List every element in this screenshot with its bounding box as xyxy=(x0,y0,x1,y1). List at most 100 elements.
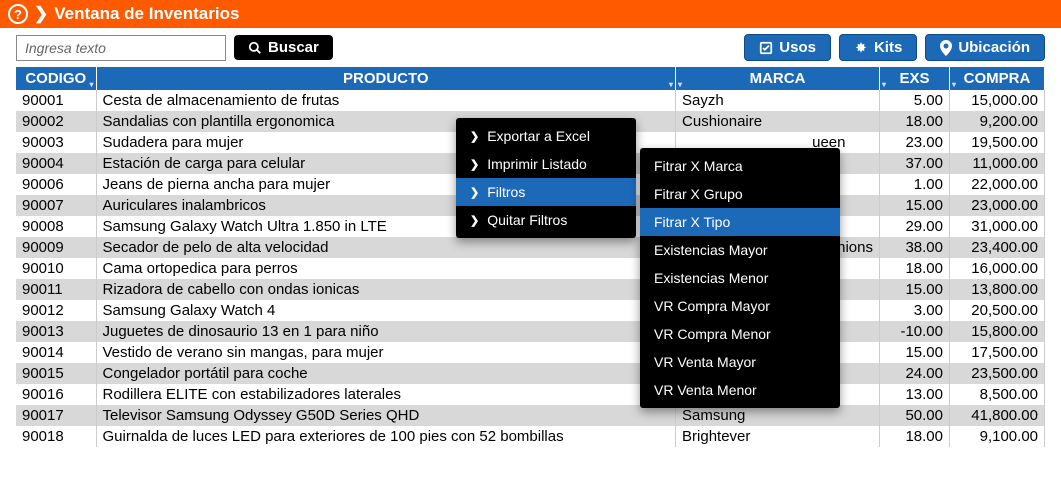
cell-exs: 29.00 xyxy=(880,216,950,237)
col-codigo[interactable]: CODIGO▾ xyxy=(16,67,96,90)
cell-codigo: 90013 xyxy=(16,321,96,342)
cell-producto: Rodillera ELITE con estabilizadores late… xyxy=(96,384,676,405)
cell-producto: Juguetes de dinosaurio 13 en 1 para niño xyxy=(96,321,676,342)
cell-exs: 15.00 xyxy=(880,342,950,363)
cell-codigo: 90018 xyxy=(16,426,96,447)
cell-compra: 15,800.00 xyxy=(950,321,1045,342)
menu-item-label: Filtros xyxy=(487,184,525,200)
menu-item-label: Imprimir Listado xyxy=(487,156,587,172)
cell-exs: 5.00 xyxy=(880,90,950,111)
cell-producto: Samsung Galaxy Watch 4 xyxy=(96,300,676,321)
cell-codigo: 90004 xyxy=(16,153,96,174)
table-row[interactable]: 90011Rizadora de cabello con ondas ionic… xyxy=(16,279,1045,300)
cell-producto: Vestido de verano sin mangas, para mujer xyxy=(96,342,676,363)
menu-item[interactable]: VR Compra Menor xyxy=(640,320,840,348)
cell-exs: 3.00 xyxy=(880,300,950,321)
table-row[interactable]: 90010Cama ortopedica para perrosXXXXXXXX… xyxy=(16,258,1045,279)
cell-producto: Cama ortopedica para perros xyxy=(96,258,676,279)
menu-item[interactable]: Fitrar X Tipo xyxy=(640,208,840,236)
cell-producto: Cesta de almacenamiento de frutas xyxy=(96,90,676,111)
table-row[interactable]: 90012Samsung Galaxy Watch 4XXXXXXXXXXXXX… xyxy=(16,300,1045,321)
menu-item-label: Quitar Filtros xyxy=(487,212,567,228)
window-header: ? ❯ Ventana de Inventarios xyxy=(0,0,1061,28)
menu-item[interactable]: ❯ Filtros xyxy=(456,178,636,206)
table-row[interactable]: 90015Congelador portátil para cocheXXXXX… xyxy=(16,363,1045,384)
ubicacion-button[interactable]: Ubicación xyxy=(925,34,1045,61)
cell-compra: 9,200.00 xyxy=(950,111,1045,132)
menu-item[interactable]: VR Compra Mayor xyxy=(640,292,840,320)
cell-marca: Brightever xyxy=(676,426,880,447)
page-title: Ventana de Inventarios xyxy=(54,4,239,24)
chevron-right-icon: ❯ xyxy=(470,214,479,227)
table-row[interactable]: 90001Cesta de almacenamiento de frutasSa… xyxy=(16,90,1045,111)
cell-codigo: 90012 xyxy=(16,300,96,321)
col-producto[interactable]: PRODUCTO▾ xyxy=(96,67,676,90)
cell-exs: 24.00 xyxy=(880,363,950,384)
cell-codigo: 90010 xyxy=(16,258,96,279)
usos-button-label: Usos xyxy=(779,39,816,56)
cell-codigo: 90011 xyxy=(16,279,96,300)
cell-compra: 13,800.00 xyxy=(950,279,1045,300)
menu-item-label: Fitrar X Marca xyxy=(654,158,743,174)
cell-exs: 18.00 xyxy=(880,426,950,447)
cell-exs: 38.00 xyxy=(880,237,950,258)
cell-compra: 41,800.00 xyxy=(950,405,1045,426)
table-row[interactable]: 90013Juguetes de dinosaurio 13 en 1 para… xyxy=(16,321,1045,342)
table-row[interactable]: 90018Guirnalda de luces LED para exterio… xyxy=(16,426,1045,447)
cell-exs: 15.00 xyxy=(880,279,950,300)
cell-marca: Samsung xyxy=(676,405,880,426)
cell-compra: 17,500.00 xyxy=(950,342,1045,363)
col-marca[interactable]: ▾MARCA xyxy=(676,67,880,90)
table-row[interactable]: 90014Vestido de verano sin mangas, para … xyxy=(16,342,1045,363)
cell-codigo: 90007 xyxy=(16,195,96,216)
menu-item-label: VR Venta Mayor xyxy=(654,354,756,370)
search-button[interactable]: Buscar xyxy=(234,35,333,60)
col-compra[interactable]: ▾COMPRA xyxy=(950,67,1045,90)
menu-item[interactable]: Fitrar X Grupo xyxy=(640,180,840,208)
menu-item[interactable]: Existencias Mayor xyxy=(640,236,840,264)
table-row[interactable]: 90017Televisor Samsung Odyssey G50D Seri… xyxy=(16,405,1045,426)
cell-compra: 9,100.00 xyxy=(950,426,1045,447)
cell-codigo: 90001 xyxy=(16,90,96,111)
cell-exs: 50.00 xyxy=(880,405,950,426)
cell-compra: 8,500.00 xyxy=(950,384,1045,405)
chevron-right-icon: ❯ xyxy=(34,4,48,24)
chevron-right-icon: ❯ xyxy=(470,186,479,199)
table-header-row: CODIGO▾ PRODUCTO▾ ▾MARCA ▾EXS ▾COMPRA xyxy=(16,67,1045,90)
menu-item[interactable]: ❯ Imprimir Listado xyxy=(456,150,636,178)
check-square-icon xyxy=(759,41,773,55)
kits-button-label: Kits xyxy=(874,39,902,56)
cell-exs: 15.00 xyxy=(880,195,950,216)
cell-codigo: 90017 xyxy=(16,405,96,426)
usos-button[interactable]: Usos xyxy=(744,34,831,61)
menu-item-label: Fitrar X Tipo xyxy=(654,214,730,230)
cell-compra: 22,000.00 xyxy=(950,174,1045,195)
cell-exs: 37.00 xyxy=(880,153,950,174)
col-exs[interactable]: ▾EXS xyxy=(880,67,950,90)
toolbar: Buscar Usos Kits Ubicación xyxy=(0,28,1061,67)
search-icon xyxy=(248,41,262,55)
cell-exs: 18.00 xyxy=(880,258,950,279)
cell-exs: 18.00 xyxy=(880,111,950,132)
table-row[interactable]: 90016Rodillera ELITE con estabilizadores… xyxy=(16,384,1045,405)
search-input[interactable] xyxy=(16,35,226,61)
menu-item[interactable]: VR Venta Menor xyxy=(640,376,840,404)
menu-item[interactable]: VR Venta Mayor xyxy=(640,348,840,376)
menu-item[interactable]: ❯ Quitar Filtros xyxy=(456,206,636,234)
cell-marca: Cushionaire xyxy=(676,111,880,132)
menu-item[interactable]: ❯Exportar a Excel xyxy=(456,122,636,150)
cell-producto: Secador de pelo de alta velocidad xyxy=(96,237,676,258)
kits-button[interactable]: Kits xyxy=(839,34,917,61)
menu-item[interactable]: Fitrar X Marca xyxy=(640,152,840,180)
table-row[interactable]: 90009Secador de pelo de alta velocidadXX… xyxy=(16,237,1045,258)
cell-codigo: 90003 xyxy=(16,132,96,153)
chevron-right-icon: ❯ xyxy=(470,158,479,171)
cell-compra: 16,000.00 xyxy=(950,258,1045,279)
cell-compra: 23,000.00 xyxy=(950,195,1045,216)
cell-producto: Congelador portátil para coche xyxy=(96,363,676,384)
help-icon[interactable]: ? xyxy=(8,4,28,24)
menu-item[interactable]: Existencias Menor xyxy=(640,264,840,292)
menu-item-label: Fitrar X Grupo xyxy=(654,186,743,202)
cell-exs: 1.00 xyxy=(880,174,950,195)
menu-item-label: VR Compra Menor xyxy=(654,326,771,342)
